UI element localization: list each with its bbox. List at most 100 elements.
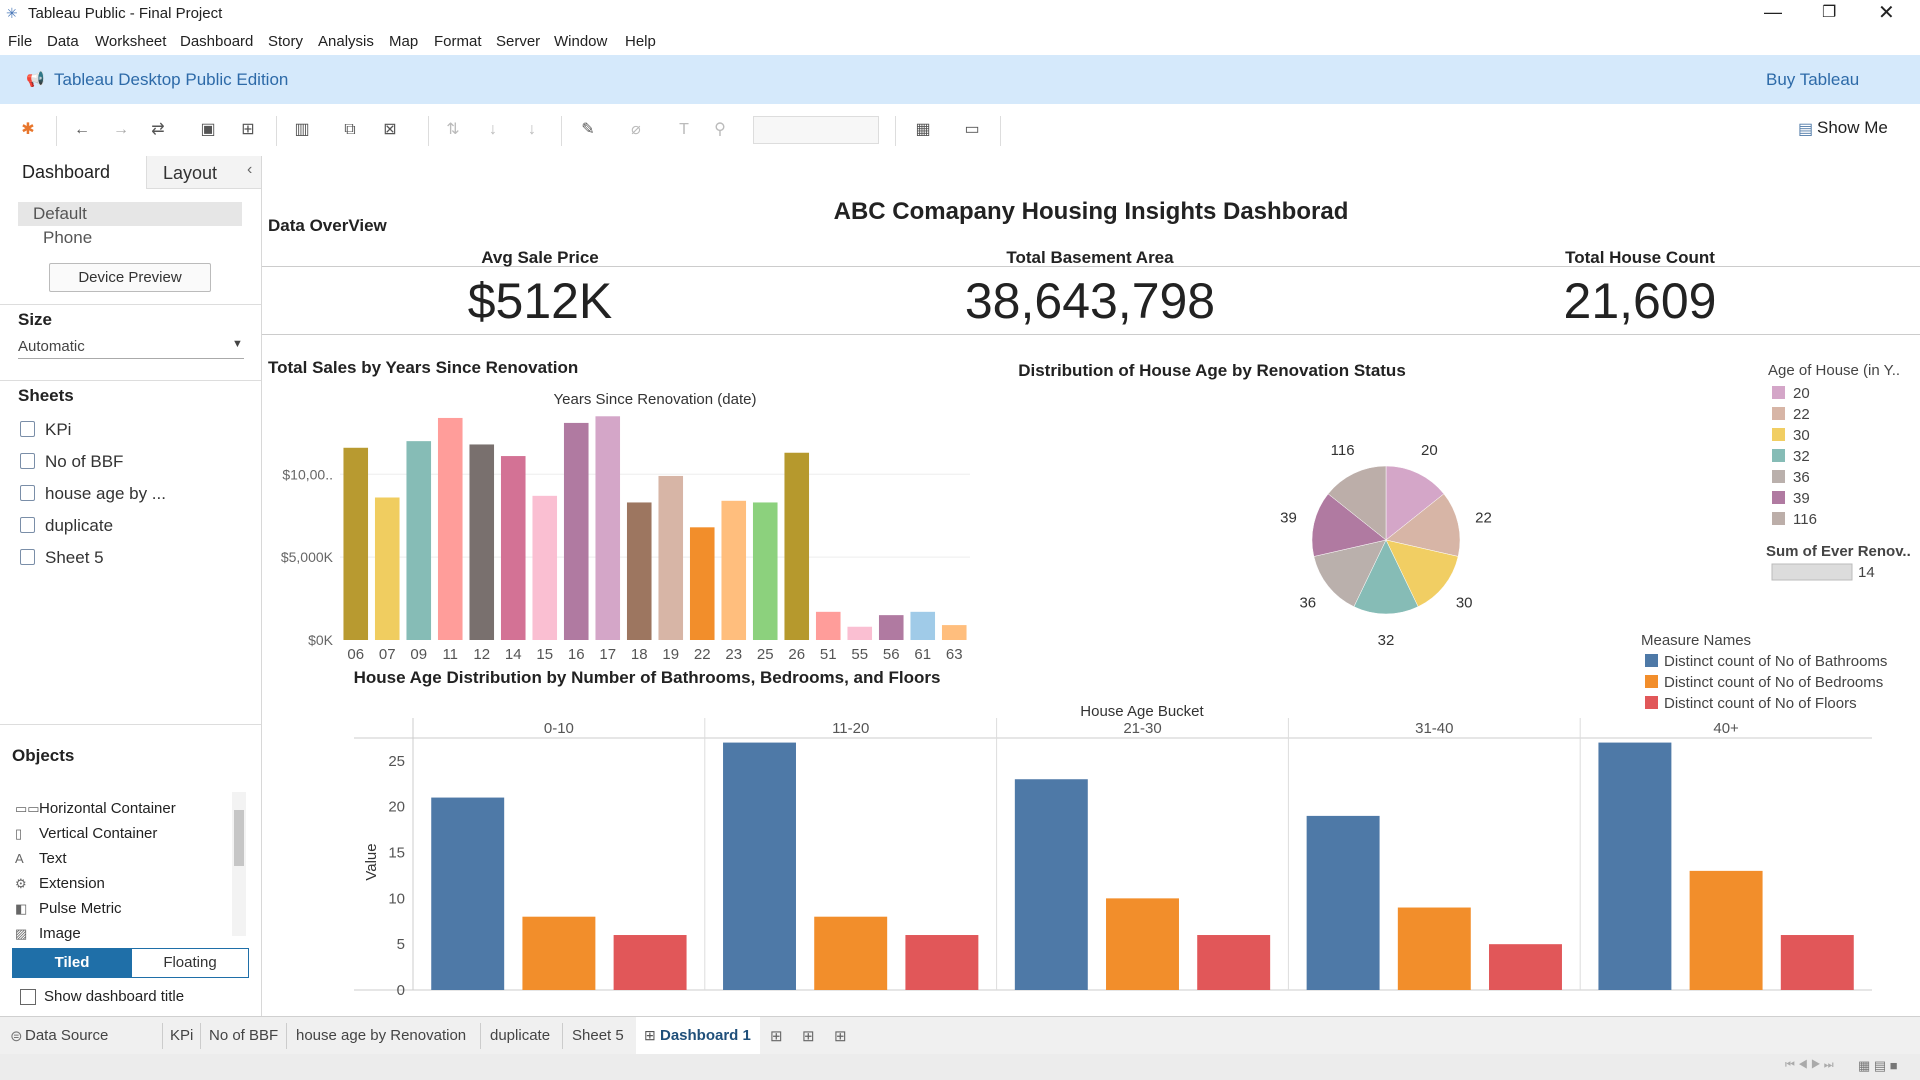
pie-slice-label: 116 xyxy=(1331,442,1355,459)
legend-item-label: 116 xyxy=(1793,511,1817,528)
sales-bar xyxy=(500,456,526,640)
tab-sheet5[interactable]: Sheet 5 xyxy=(572,1027,624,1044)
sales-bar xyxy=(784,452,810,640)
legend-item-label: Distinct count of No of Floors xyxy=(1664,695,1857,712)
legend-item-label: 36 xyxy=(1793,469,1810,486)
legend-item-label: 20 xyxy=(1793,385,1810,402)
age-bucket-header: 11-20 xyxy=(832,720,869,737)
sales-chart-xlabel: Years Since Renovation (date) xyxy=(554,391,757,408)
view-grid-icon[interactable]: ▦ ▤ ■ xyxy=(1858,1058,1898,1074)
legend-item-label: 39 xyxy=(1793,490,1810,507)
dashboard-tab-icon: ⊞ xyxy=(644,1027,656,1043)
legend-item-label: 32 xyxy=(1793,448,1810,465)
status-bar: ⏮ ◀ ▶ ⏭ ▦ ▤ ■ xyxy=(0,1054,1920,1080)
sales-bar xyxy=(626,502,652,640)
bbf-column-header: House Age Bucket xyxy=(1080,703,1204,720)
measure-bar xyxy=(723,742,796,990)
x-tick-label: 25 xyxy=(757,646,774,663)
tab-dashboard-1[interactable]: ⊞ Dashboard 1 xyxy=(636,1017,760,1058)
x-tick-label: 11 xyxy=(442,646,458,663)
y-tick-label: 0 xyxy=(397,982,405,999)
y-tick-label: 20 xyxy=(388,799,405,816)
legend-item-label: 30 xyxy=(1793,427,1810,444)
legend-swatch xyxy=(1645,654,1658,667)
sales-chart-title: Total Sales by Years Since Renovation xyxy=(268,358,578,377)
bbf-ylabel: Value xyxy=(363,843,380,880)
x-tick-label: 22 xyxy=(694,646,711,663)
sales-bar xyxy=(815,611,841,640)
tab-data-source[interactable]: Data Source xyxy=(25,1027,108,1044)
sales-bar xyxy=(910,611,936,640)
measure-bar xyxy=(522,916,596,990)
datasource-icon: ⊜ xyxy=(10,1028,23,1045)
sales-bar xyxy=(343,447,369,640)
sales-chart-marks: $0K $5,000K $10,00.. 06 07 09 11 12 14 15 16 17 18 19… xyxy=(281,416,970,663)
measure-bar xyxy=(613,935,687,990)
sales-bar xyxy=(437,417,463,640)
charts-layer: Total Sales by Years Since Renovation Ye… xyxy=(268,358,1911,999)
age-bucket-header: 40+ xyxy=(1713,720,1739,737)
measure-legend[interactable]: Distinct count of No of Bathrooms Distinc… xyxy=(1645,653,1887,712)
x-tick-label: 63 xyxy=(946,646,963,663)
age-bucket-header: 21-30 xyxy=(1123,720,1161,737)
new-worksheet-tab-icon[interactable]: ⊞ xyxy=(770,1027,783,1045)
legend-swatch xyxy=(1772,386,1785,399)
sheet-tabs-bar: ⊜ Data Source KPi No of BBF house age by… xyxy=(0,1016,1920,1058)
measure-bar xyxy=(431,797,505,990)
tab-no-of-bbf[interactable]: No of BBF xyxy=(209,1027,278,1044)
sales-bar xyxy=(847,626,873,640)
pie-legend[interactable]: 20 22 30 32 36 39 116 xyxy=(1772,385,1817,528)
measure-legend-title: Measure Names xyxy=(1641,632,1751,649)
y-tick-label: 10 xyxy=(388,890,405,907)
x-tick-label: 56 xyxy=(883,646,900,663)
legend-swatch xyxy=(1772,491,1785,504)
x-tick-label: 19 xyxy=(662,646,679,663)
sales-bar xyxy=(941,625,967,640)
new-dashboard-tab-icon[interactable]: ⊞ xyxy=(802,1027,815,1045)
y-tick-label: $0K xyxy=(308,632,334,648)
sales-bar xyxy=(878,615,904,640)
bbf-chart-marks: 0 5 10 15 20 25 0-10 11-20 21-30 31-40 40+ xyxy=(354,718,1872,999)
x-tick-label: 17 xyxy=(599,646,616,663)
measure-bar xyxy=(1014,779,1088,990)
tab-kpi[interactable]: KPi xyxy=(170,1027,193,1044)
y-tick-label: 15 xyxy=(388,845,405,862)
measure-bar xyxy=(1780,935,1854,990)
sales-bar xyxy=(689,527,715,640)
legend-swatch xyxy=(1772,512,1785,525)
legend-item-label: 22 xyxy=(1793,406,1810,423)
x-tick-label: 07 xyxy=(379,646,396,663)
sales-bar xyxy=(721,500,747,640)
new-story-tab-icon[interactable]: ⊞ xyxy=(834,1027,847,1045)
sales-bar xyxy=(658,475,684,640)
y-tick-label: $5,000K xyxy=(281,549,334,565)
sales-bar xyxy=(532,495,558,640)
x-tick-label: 61 xyxy=(914,646,931,663)
pie-slice-label: 39 xyxy=(1280,510,1297,527)
x-tick-label: 15 xyxy=(536,646,553,663)
measure-bar xyxy=(814,916,888,990)
nav-first-icon[interactable]: ⏮ ◀ ▶ ⏭ xyxy=(1785,1059,1834,1072)
tab-house-age[interactable]: house age by Renovation xyxy=(296,1027,466,1044)
tab-duplicate[interactable]: duplicate xyxy=(490,1027,550,1044)
measure-bar xyxy=(1489,944,1562,990)
sales-bar xyxy=(469,444,495,640)
size-legend-bar xyxy=(1771,563,1853,581)
y-tick-label: $10,00.. xyxy=(282,466,333,482)
pie-chart-marks: 20 22 30 32 36 39 116 xyxy=(1280,442,1492,649)
measure-bar xyxy=(1106,898,1179,990)
age-bucket-header: 0-10 xyxy=(544,720,574,737)
sales-bar xyxy=(752,502,778,640)
legend-swatch xyxy=(1772,428,1785,441)
x-tick-label: 51 xyxy=(820,646,837,663)
x-tick-label: 14 xyxy=(505,646,522,663)
x-tick-label: 09 xyxy=(410,646,427,663)
y-tick-label: 5 xyxy=(397,936,405,953)
pie-slice-label: 30 xyxy=(1456,594,1473,611)
pie-slice-label: 32 xyxy=(1378,632,1395,649)
legend-swatch xyxy=(1772,470,1785,483)
legend-item-label: Distinct count of No of Bedrooms xyxy=(1664,674,1883,691)
sales-bar xyxy=(595,416,621,640)
legend-swatch xyxy=(1645,696,1658,709)
measure-bar xyxy=(1197,935,1271,990)
